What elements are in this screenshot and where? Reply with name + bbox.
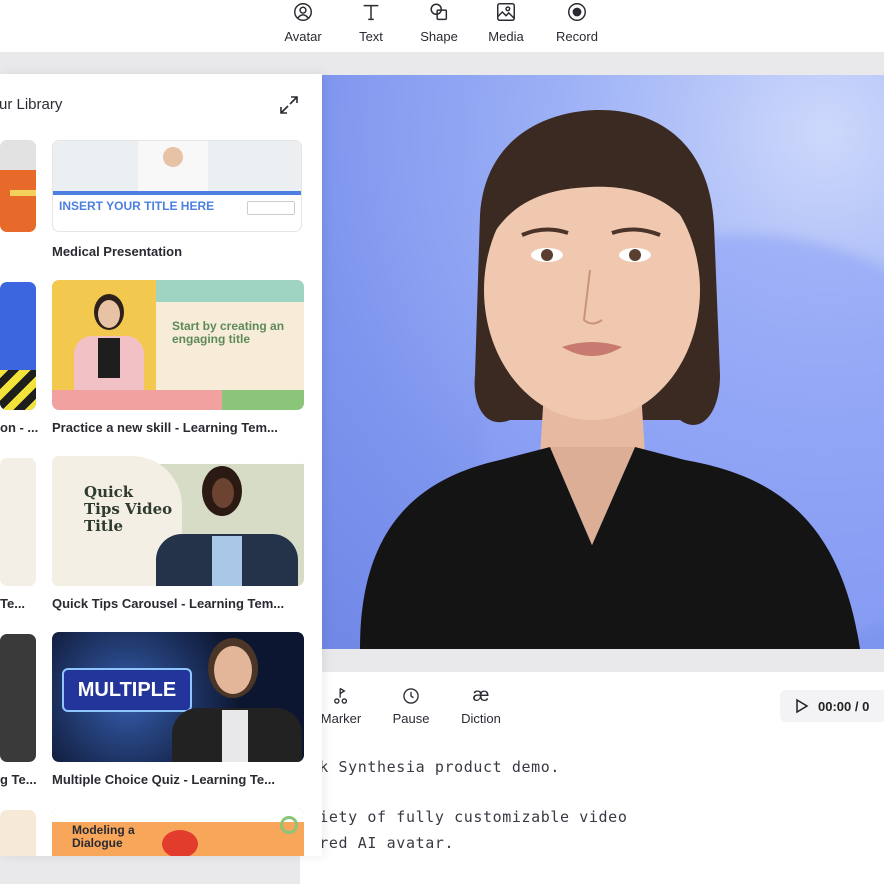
left-card-thumb-4[interactable] bbox=[0, 634, 36, 762]
quick-tips-thumb-title: Quick Tips Video Title bbox=[84, 483, 173, 535]
time-readout: 00:00 / 0 bbox=[818, 698, 870, 714]
medical-thumb-title: INSERT YOUR TITLE HERE bbox=[59, 199, 215, 213]
template-thumb-medical[interactable]: INSERT YOUR TITLE HERE bbox=[52, 140, 302, 232]
toolbar-record-button[interactable]: Record bbox=[542, 0, 612, 48]
left-card-label-2: on - ... bbox=[0, 420, 38, 435]
video-canvas[interactable] bbox=[300, 75, 884, 649]
avatar-icon bbox=[294, 3, 312, 21]
toolbar-shape-button[interactable]: Shape bbox=[404, 0, 474, 48]
avatar-presenter bbox=[360, 110, 860, 649]
left-card-label-4: g Te... bbox=[0, 772, 37, 787]
diction-label: Diction bbox=[461, 711, 501, 726]
template-label-quick-tips: Quick Tips Carousel - Learning Tem... bbox=[52, 596, 285, 611]
template-label-quiz: Multiple Choice Quiz - Learning Te... bbox=[52, 772, 275, 787]
expand-icon[interactable] bbox=[278, 94, 300, 116]
pause-label: Pause bbox=[392, 711, 430, 726]
toolbar-media-label: Media bbox=[488, 29, 524, 44]
script-line-3[interactable]: erred AI avatar. bbox=[300, 834, 454, 852]
script-line-2[interactable]: ariety of fully customizable video bbox=[300, 808, 627, 826]
practice-thumb-title: Start by creating an engaging title bbox=[172, 319, 285, 346]
clock-icon bbox=[403, 688, 419, 704]
toolbar-text-label: Text bbox=[359, 29, 383, 44]
template-label-medical: Medical Presentation bbox=[52, 244, 183, 259]
template-thumb-quick-tips[interactable]: Quick Tips Video Title bbox=[52, 456, 304, 586]
play-icon[interactable] bbox=[794, 698, 810, 714]
diction-button[interactable]: æ Diction bbox=[450, 685, 512, 727]
shape-icon bbox=[430, 3, 448, 21]
library-title: ur Library bbox=[0, 96, 63, 113]
toolbar-text-button[interactable]: Text bbox=[336, 0, 406, 48]
script-line-1[interactable]: ick Synthesia product demo. bbox=[300, 758, 560, 776]
template-thumb-dialogue[interactable]: Modeling a Dialogue bbox=[52, 808, 304, 856]
top-toolbar: Avatar Text Shape Media Record bbox=[0, 0, 884, 52]
marker-icon bbox=[334, 687, 348, 704]
media-icon bbox=[497, 3, 515, 21]
library-panel: ur Library on - ... Te... g Te... INSERT… bbox=[0, 74, 322, 856]
template-thumb-quiz[interactable]: MULTIPLE bbox=[52, 632, 304, 762]
pause-button[interactable]: Pause bbox=[380, 686, 442, 726]
toolbar-avatar-label: Avatar bbox=[284, 29, 322, 44]
left-card-thumb-2[interactable] bbox=[0, 282, 36, 410]
dialogue-thumb-title: Modeling a Dialogue bbox=[72, 823, 135, 850]
template-label-practice: Practice a new skill - Learning Tem... bbox=[52, 420, 278, 435]
left-card-label-3: Te... bbox=[0, 596, 26, 611]
quiz-thumb-title: MULTIPLE bbox=[77, 678, 177, 701]
left-card-thumb-3[interactable] bbox=[0, 458, 36, 586]
marker-label: Marker bbox=[320, 711, 362, 726]
left-card-thumb-5[interactable] bbox=[0, 810, 36, 856]
toolbar-shape-label: Shape bbox=[420, 29, 458, 44]
diction-icon: æ bbox=[472, 685, 490, 706]
text-icon bbox=[363, 4, 379, 21]
script-editor[interactable]: Marker Pause æ Diction 00:00 / 0 ick Syn… bbox=[300, 672, 884, 884]
left-card-thumb-1[interactable] bbox=[0, 140, 36, 232]
template-thumb-practice[interactable]: Start by creating an engaging title bbox=[52, 280, 304, 410]
toolbar-record-label: Record bbox=[556, 29, 598, 44]
toolbar-media-button[interactable]: Media bbox=[471, 0, 541, 48]
record-icon bbox=[568, 3, 586, 21]
toolbar-avatar-button[interactable]: Avatar bbox=[268, 0, 338, 48]
playback-control[interactable]: 00:00 / 0 bbox=[780, 690, 884, 722]
